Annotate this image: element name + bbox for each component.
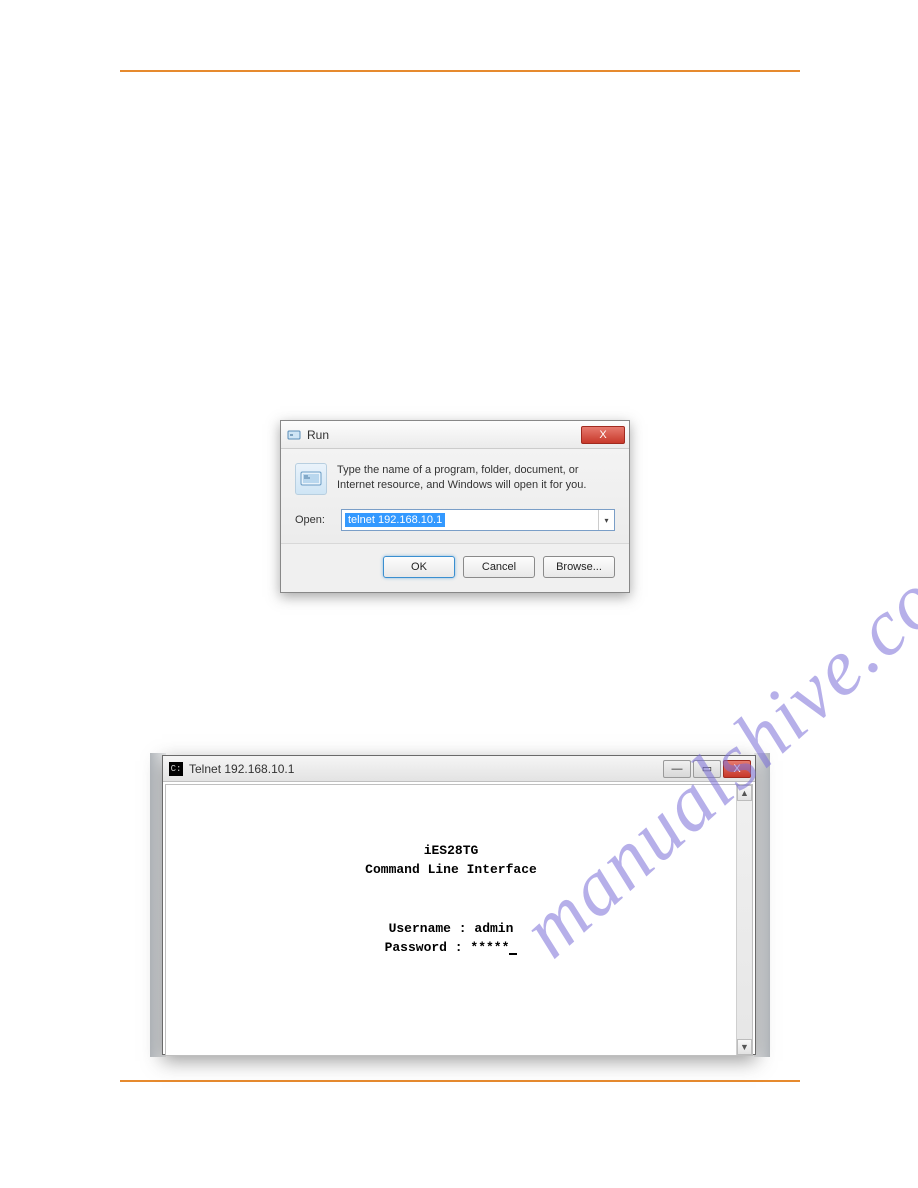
browse-button[interactable]: Browse... [543,556,615,578]
run-open-value: telnet 192.168.10.1 [345,513,445,527]
telnet-title-text: Telnet 192.168.10.1 [189,762,294,776]
telnet-username-label: Username : [389,921,467,936]
telnet-password-value: ***** [470,940,509,955]
cancel-button[interactable]: Cancel [463,556,535,578]
run-dialog: Run X Type the name of a program, folder… [280,420,630,593]
telnet-body: iES28TG Command Line Interface Username … [165,784,753,1056]
run-combobox-dropdown-icon[interactable]: ▾ [598,510,614,530]
scroll-down-button[interactable]: ▼ [737,1039,752,1055]
run-open-label: Open: [295,514,331,526]
run-titlebar[interactable]: Run X [281,421,629,449]
telnet-product-line: iES28TG [166,843,736,858]
bottom-divider [120,1080,800,1082]
telnet-titlebar[interactable]: C: Telnet 192.168.10.1 — ▭ X [163,756,755,782]
bg-shadow-right [754,753,770,1057]
telnet-subtitle-line: Command Line Interface [166,862,736,877]
ok-button[interactable]: OK [383,556,455,578]
page-content [120,70,800,92]
run-description: Type the name of a program, folder, docu… [337,463,615,493]
telnet-cursor [509,953,517,955]
telnet-window: C: Telnet 192.168.10.1 — ▭ X iES28TG Com… [162,755,756,1055]
run-button-row: OK Cancel Browse... [281,543,629,592]
scroll-up-button[interactable]: ▲ [737,785,752,801]
telnet-output: iES28TG Command Line Interface Username … [166,785,736,1055]
telnet-username-line: Username : admin [166,921,736,936]
telnet-password-line: Password : ***** [166,940,736,955]
run-close-button[interactable]: X [581,426,625,444]
run-program-icon [295,463,327,495]
run-body: Type the name of a program, folder, docu… [281,449,629,543]
telnet-password-label: Password : [385,940,463,955]
telnet-username-value: admin [474,921,513,936]
telnet-scrollbar[interactable]: ▲ ▼ [736,785,752,1055]
run-title-text: Run [307,428,329,442]
telnet-close-button[interactable]: X [723,760,751,778]
run-icon [287,428,301,442]
cmd-icon: C: [169,762,183,776]
minimize-button[interactable]: — [663,760,691,778]
run-open-combobox[interactable]: telnet 192.168.10.1 ▾ [341,509,615,531]
top-divider [120,70,800,72]
maximize-button[interactable]: ▭ [693,760,721,778]
